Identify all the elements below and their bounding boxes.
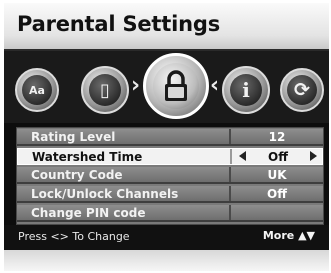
change-pin-label: Change PIN code [31,206,146,220]
lock-icon-glyph [153,63,199,109]
row-divider [229,205,231,220]
category-icon-row: Aa ▯ › ‹ i ⟳ [4,51,329,123]
navigation-hint: Press <> To Change [18,230,130,243]
info-icon-glyph: i [230,74,262,106]
rating-level-value: 12 [268,130,286,144]
country-code-label: Country Code [31,168,123,182]
country-code-value: UK [267,168,287,182]
rating-level-row[interactable]: Rating Level 12 [17,129,323,146]
chevron-right-icon: › [131,73,141,98]
picture-icon[interactable]: ▯ [81,66,129,114]
lock-icon[interactable] [143,53,209,119]
tv-menu-screen: Parental Settings Aa ▯ › ‹ i ⟳ Rating Le… [4,3,329,250]
menu-header: Parental Settings [4,3,329,51]
country-code-row[interactable]: Country Code UK [17,167,323,184]
menu-footer: Press <> To Change More ▲▼ [4,225,329,250]
lock-unlock-channels-label: Lock/Unlock Channels [31,187,179,201]
bottom-panel [4,250,329,271]
lock-unlock-channels-value: Off [267,187,287,201]
watershed-time-row[interactable]: Watershed Time Off [17,148,323,165]
refresh-icon[interactable]: ⟳ [280,68,324,112]
settings-list: Rating Level 12 Watershed Time Off Count… [16,127,324,225]
picture-icon-glyph: ▯ [89,74,121,106]
page-title: Parental Settings [17,12,220,36]
watershed-time-label: Watershed Time [32,150,143,164]
audio-icon-glyph: Aa [22,75,52,105]
audio-icon[interactable]: Aa [15,68,59,112]
info-icon[interactable]: i [222,66,270,114]
value-right-arrow-icon[interactable] [310,151,317,161]
lock-unlock-channels-row[interactable]: Lock/Unlock Channels Off [17,186,323,203]
more-indicator: More ▲▼ [262,229,315,242]
padlock-icon [165,70,187,101]
change-pin-row[interactable]: Change PIN code [17,205,323,222]
chevron-left-icon: ‹ [210,73,220,98]
refresh-icon-glyph: ⟳ [287,75,317,105]
rating-level-label: Rating Level [31,130,116,144]
